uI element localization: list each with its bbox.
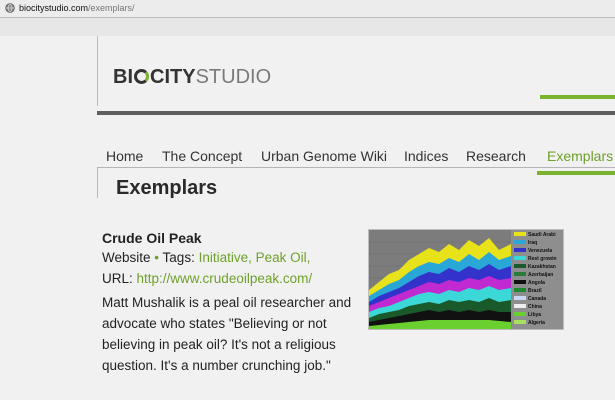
nav-active-indicator (537, 171, 615, 175)
logo-bio: BI (113, 66, 133, 88)
url-label: URL: (102, 271, 133, 286)
nav-the-concept[interactable]: The Concept (162, 148, 242, 164)
logo-city: CITY (150, 66, 196, 88)
nav-indices[interactable]: Indices (404, 148, 448, 164)
nav-exemplars[interactable]: Exemplars (547, 148, 613, 164)
legend-item: Venezuela (514, 248, 552, 255)
exemplar-entry: Crude Oil Peak Website • Tags: Initiativ… (102, 230, 364, 376)
legend-item: Saudi Arabi (514, 232, 556, 239)
legend-item: Azerbaijan (514, 272, 553, 279)
header-band (0, 18, 615, 36)
entry-type: Website (102, 250, 151, 265)
legend-item: Angola (514, 280, 545, 287)
legend-item: Brazil (514, 288, 542, 295)
url-path: /exemplars/ (88, 3, 135, 13)
oil-production-chart-image[interactable]: Saudi Arabi Iraq Venezuela Rest growin K… (368, 229, 564, 330)
legend-item: Iraq (514, 240, 537, 247)
entry-title[interactable]: Crude Oil Peak (102, 230, 364, 246)
url-text[interactable]: biocitystudio.com/exemplars/ (19, 0, 135, 17)
legend-item: Canada (514, 296, 546, 303)
divider (97, 168, 98, 198)
entry-url-line: URL: http://www.crudeoilpeak.com/ (102, 271, 364, 286)
logo-studio: STUDIO (195, 66, 272, 88)
legend-item: China (514, 304, 542, 311)
nav-rule (97, 167, 615, 168)
bullet: • (154, 250, 160, 265)
accent-bar (540, 95, 615, 99)
legend-item: Algeria (514, 320, 545, 327)
entry-meta: Website • Tags: Initiative, Peak Oil, (102, 250, 364, 265)
legend-item: Libya (514, 312, 541, 319)
divider (97, 36, 98, 106)
legend-item: Kazakhstan (514, 264, 556, 271)
chart-legend: Saudi Arabi Iraq Venezuela Rest growin K… (512, 232, 563, 327)
nav-home[interactable]: Home (106, 148, 143, 164)
stacked-area-graphic (369, 230, 511, 329)
site-logo[interactable]: BI CITYSTUDIO (113, 66, 271, 88)
tags-label: Tags: (162, 250, 195, 265)
address-bar[interactable]: biocitystudio.com/exemplars/ (0, 0, 615, 18)
logo-o-mark (134, 69, 149, 84)
globe-icon (5, 3, 15, 13)
entry-description: Matt Mushalik is a peal oil researcher a… (102, 295, 352, 373)
legend-item: Rest growin (514, 256, 557, 263)
url-host: biocitystudio.com (19, 3, 89, 13)
entry-url-link[interactable]: http://www.crudeoilpeak.com/ (137, 271, 313, 286)
entry-tags[interactable]: Initiative, Peak Oil, (199, 250, 311, 265)
page-title: Exemplars (116, 177, 218, 199)
nav-research[interactable]: Research (466, 148, 526, 164)
nav-urban-genome-wiki[interactable]: Urban Genome Wiki (261, 148, 387, 164)
header-rule (97, 111, 615, 115)
